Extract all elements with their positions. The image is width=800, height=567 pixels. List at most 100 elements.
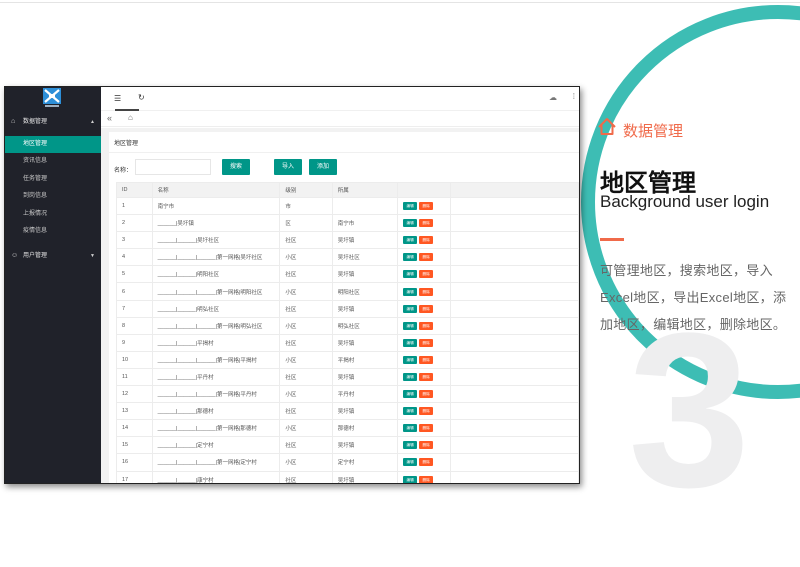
edit-button[interactable]: 编辑 <box>403 441 418 450</box>
row-actions: 编辑 删除 <box>397 333 451 352</box>
sidebar-item-region[interactable]: 地区管理 <box>5 136 101 153</box>
row-level: 社区 <box>279 367 333 387</box>
edit-button[interactable]: 编辑 <box>403 338 418 347</box>
row-parent: 吴圩镇 <box>331 367 399 387</box>
edit-button[interactable]: 编辑 <box>403 372 418 381</box>
row-id: 6 <box>116 282 153 301</box>
row-name: 南宁市 <box>151 196 281 216</box>
edit-button[interactable]: 编辑 <box>403 458 418 467</box>
edit-button[interactable]: 编辑 <box>403 287 418 296</box>
row-filler <box>449 196 579 216</box>
delete-button[interactable]: 删除 <box>419 372 434 381</box>
menu-fold-icon[interactable]: ☰ <box>114 94 121 103</box>
column-header[interactable]: ID <box>116 182 153 198</box>
search-input[interactable] <box>135 159 211 175</box>
sidebar-item-news[interactable]: 资讯信息 <box>5 153 101 170</box>
table-row: 8 ______|______|______|第一网格|明弘社区 小区 明弘社区 编辑删… <box>116 316 579 335</box>
row-level: 小区 <box>279 282 333 301</box>
row-actions: 编辑 删除 <box>397 248 451 267</box>
theme-icon[interactable]: ☁ <box>549 93 557 102</box>
accent-bar <box>600 238 624 241</box>
refresh-icon[interactable]: ↻ <box>138 93 145 102</box>
edit-button[interactable]: 编辑 <box>403 475 418 483</box>
delete-button[interactable]: 删除 <box>419 287 434 296</box>
row-id: 8 <box>116 316 153 335</box>
row-name: ______|______|______|第一网格|平丹村 <box>151 385 281 404</box>
row-name: ______|______|______|第一网格|那德村 <box>151 419 281 438</box>
search-button[interactable]: 搜索 <box>222 159 250 175</box>
edit-button[interactable]: 编辑 <box>403 407 418 416</box>
delete-button[interactable]: 删除 <box>419 458 434 467</box>
sidebar-item-task[interactable]: 任务管理 <box>5 171 101 188</box>
delete-button[interactable]: 删除 <box>419 441 434 450</box>
row-id: 17 <box>116 470 153 483</box>
row-parent <box>331 196 399 216</box>
add-button[interactable]: 添加 <box>309 159 337 175</box>
tab-bar: « ⌂ <box>101 111 579 127</box>
delete-button[interactable]: 删除 <box>419 321 434 330</box>
home-icon[interactable]: ⌂ <box>128 113 133 122</box>
table-row: 6 ______|______|______|第一网格|明阳社区 小区 明阳社区 编辑删… <box>116 282 579 301</box>
edit-button[interactable]: 编辑 <box>403 219 418 228</box>
row-id: 2 <box>116 214 153 233</box>
delete-button[interactable]: 删除 <box>419 253 434 262</box>
delete-button[interactable]: 删除 <box>419 304 434 313</box>
delete-button[interactable]: 删除 <box>419 270 434 279</box>
table-row: 5 ______|______|明阳社区 社区 吴圩镇 编辑 删除 <box>116 265 579 284</box>
row-id: 7 <box>116 299 153 318</box>
delete-button[interactable]: 删除 <box>419 219 434 228</box>
row-name: ______|______|______|第一网格|明阳社区 <box>151 282 281 301</box>
edit-button[interactable]: 编辑 <box>403 390 418 399</box>
row-actions: 编辑 删除 <box>397 419 451 438</box>
delete-button[interactable]: 删除 <box>419 407 434 416</box>
edit-button[interactable]: 编辑 <box>403 424 418 433</box>
home-icon: ⌂ <box>11 118 16 125</box>
row-actions: 编辑 删除 <box>397 367 451 387</box>
more-icon[interactable]: ⁞ <box>573 92 575 101</box>
table-row: 12 ______|______|______|第一网格|平丹村 小区 平丹村 编辑 删除 <box>116 385 579 404</box>
edit-button[interactable]: 编辑 <box>403 355 418 364</box>
delete-button[interactable]: 删除 <box>419 355 434 364</box>
chevron-left-double-icon[interactable]: « <box>107 113 112 123</box>
row-parent: 明弘社区 <box>331 316 399 335</box>
nav-group-users[interactable]: ☺ 用户管理 ▼ <box>5 247 101 265</box>
row-level: 小区 <box>279 419 333 438</box>
table-row: 10 ______|______|______|第一网格|平揭村 小区 平揭村 编辑 删除 <box>116 350 579 369</box>
delete-button[interactable]: 删除 <box>419 202 434 211</box>
nav-group-data[interactable]: ⌂ 数据管理 ▲ <box>5 113 101 131</box>
column-header[interactable]: 名称 <box>151 182 281 198</box>
feature-subtitle: Background user login <box>600 192 770 211</box>
edit-button[interactable]: 编辑 <box>403 253 418 262</box>
table-row: 4 ______|______|______|第一网格|吴圩社区 小区 吴圩社区 编辑删… <box>116 248 579 267</box>
sidebar-item-report[interactable]: 上报情况 <box>5 206 101 223</box>
edit-button[interactable]: 编辑 <box>403 304 418 313</box>
row-parent: 吴圩镇 <box>331 265 399 284</box>
edit-button[interactable]: 编辑 <box>403 321 418 330</box>
delete-button[interactable]: 删除 <box>419 475 434 483</box>
edit-button[interactable]: 编辑 <box>403 202 418 211</box>
row-id: 13 <box>116 402 153 421</box>
row-id: 5 <box>116 265 153 284</box>
row-filler <box>449 248 579 267</box>
edit-button[interactable]: 编辑 <box>403 236 418 245</box>
row-filler <box>449 367 579 387</box>
column-header[interactable]: 级别 <box>279 182 333 198</box>
import-button[interactable]: 导入 <box>274 159 302 175</box>
row-level: 小区 <box>279 350 333 369</box>
delete-button[interactable]: 删除 <box>419 424 434 433</box>
delete-button[interactable]: 删除 <box>419 390 434 399</box>
delete-button[interactable]: 删除 <box>419 338 434 347</box>
column-header[interactable]: 所属 <box>331 182 399 198</box>
edit-button[interactable]: 编辑 <box>403 270 418 279</box>
row-name: ______|______|那德村 <box>151 402 281 421</box>
sidebar-item-attendance[interactable]: 到岗信息 <box>5 188 101 205</box>
search-label: 名称： <box>114 168 133 174</box>
table-row: 15 ______|______|定宁村 社区 吴圩镇 编辑 删除 <box>116 436 579 455</box>
row-actions: 编辑 删除 <box>397 316 451 335</box>
row-name: ______|______|明阳社区 <box>151 265 281 284</box>
row-name: ______|______|康宁村 <box>151 470 281 483</box>
house-icon <box>598 118 616 135</box>
delete-button[interactable]: 删除 <box>419 236 434 245</box>
sidebar-item-epidemic[interactable]: 疫情信息 <box>5 223 101 240</box>
row-parent: 南宁市 <box>331 214 399 233</box>
